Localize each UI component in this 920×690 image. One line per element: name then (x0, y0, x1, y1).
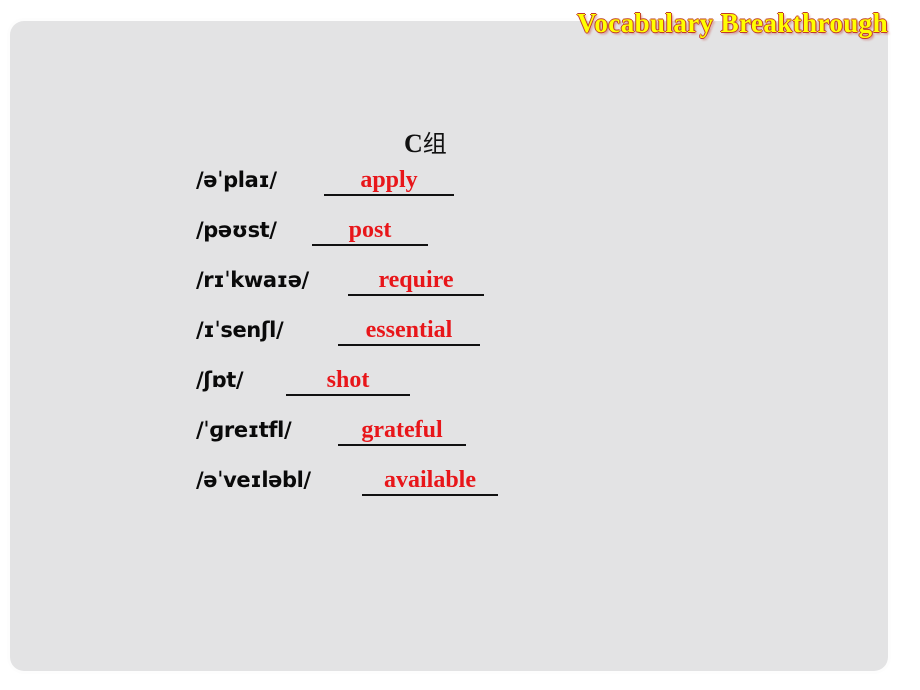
vocab-row: /əˈplaɪ/apply (196, 167, 736, 218)
answer-blank[interactable]: essential (338, 317, 480, 347)
answer-word: require (378, 267, 454, 293)
answer-blank[interactable]: shot (286, 367, 410, 397)
vocab-row: /ˈɡreɪtfl/grateful (196, 417, 736, 468)
answer-blank[interactable]: post (312, 217, 428, 247)
answer-word: post (348, 217, 392, 243)
group-heading: C组 (404, 124, 447, 159)
group-heading-letter: C (404, 129, 423, 158)
answer-blank[interactable]: available (362, 467, 498, 497)
phonetic-transcription: /ˈɡreɪtfl/ (196, 418, 292, 442)
answer-blank[interactable]: apply (324, 167, 454, 197)
answer-word: apply (360, 167, 418, 193)
phonetic-transcription: /rɪˈkwaɪə/ (196, 268, 309, 292)
phonetic-transcription: /əˈveɪləbl/ (196, 468, 311, 492)
answer-word: available (383, 467, 476, 493)
group-heading-cn: 组 (422, 130, 447, 158)
answer-word: essential (365, 317, 453, 343)
phonetic-transcription: /ʃɒt/ (196, 368, 244, 392)
answer-blank[interactable]: grateful (338, 417, 466, 447)
vocab-row: /ɪˈsenʃl/essential (196, 317, 736, 368)
vocabulary-list: /əˈplaɪ/apply /pəʊst/post /rɪˈkwaɪə/requ… (196, 167, 736, 518)
phonetic-transcription: /pəʊst/ (196, 218, 277, 242)
vocab-row: /əˈveɪləbl/available (196, 467, 736, 518)
answer-blank[interactable]: require (348, 267, 484, 297)
vocab-row: /pəʊst/post (196, 217, 736, 268)
answer-word: grateful (361, 417, 443, 443)
phonetic-transcription: /əˈplaɪ/ (196, 168, 277, 192)
vocab-row: /ʃɒt/shot (196, 367, 736, 418)
vocab-row: /rɪˈkwaɪə/require (196, 267, 736, 318)
answer-word: shot (326, 367, 370, 393)
slide-canvas: Vocabulary Breakthrough C组 /əˈplaɪ/apply… (0, 0, 920, 690)
phonetic-transcription: /ɪˈsenʃl/ (196, 318, 284, 342)
page-title: Vocabulary Breakthrough (576, 8, 888, 38)
